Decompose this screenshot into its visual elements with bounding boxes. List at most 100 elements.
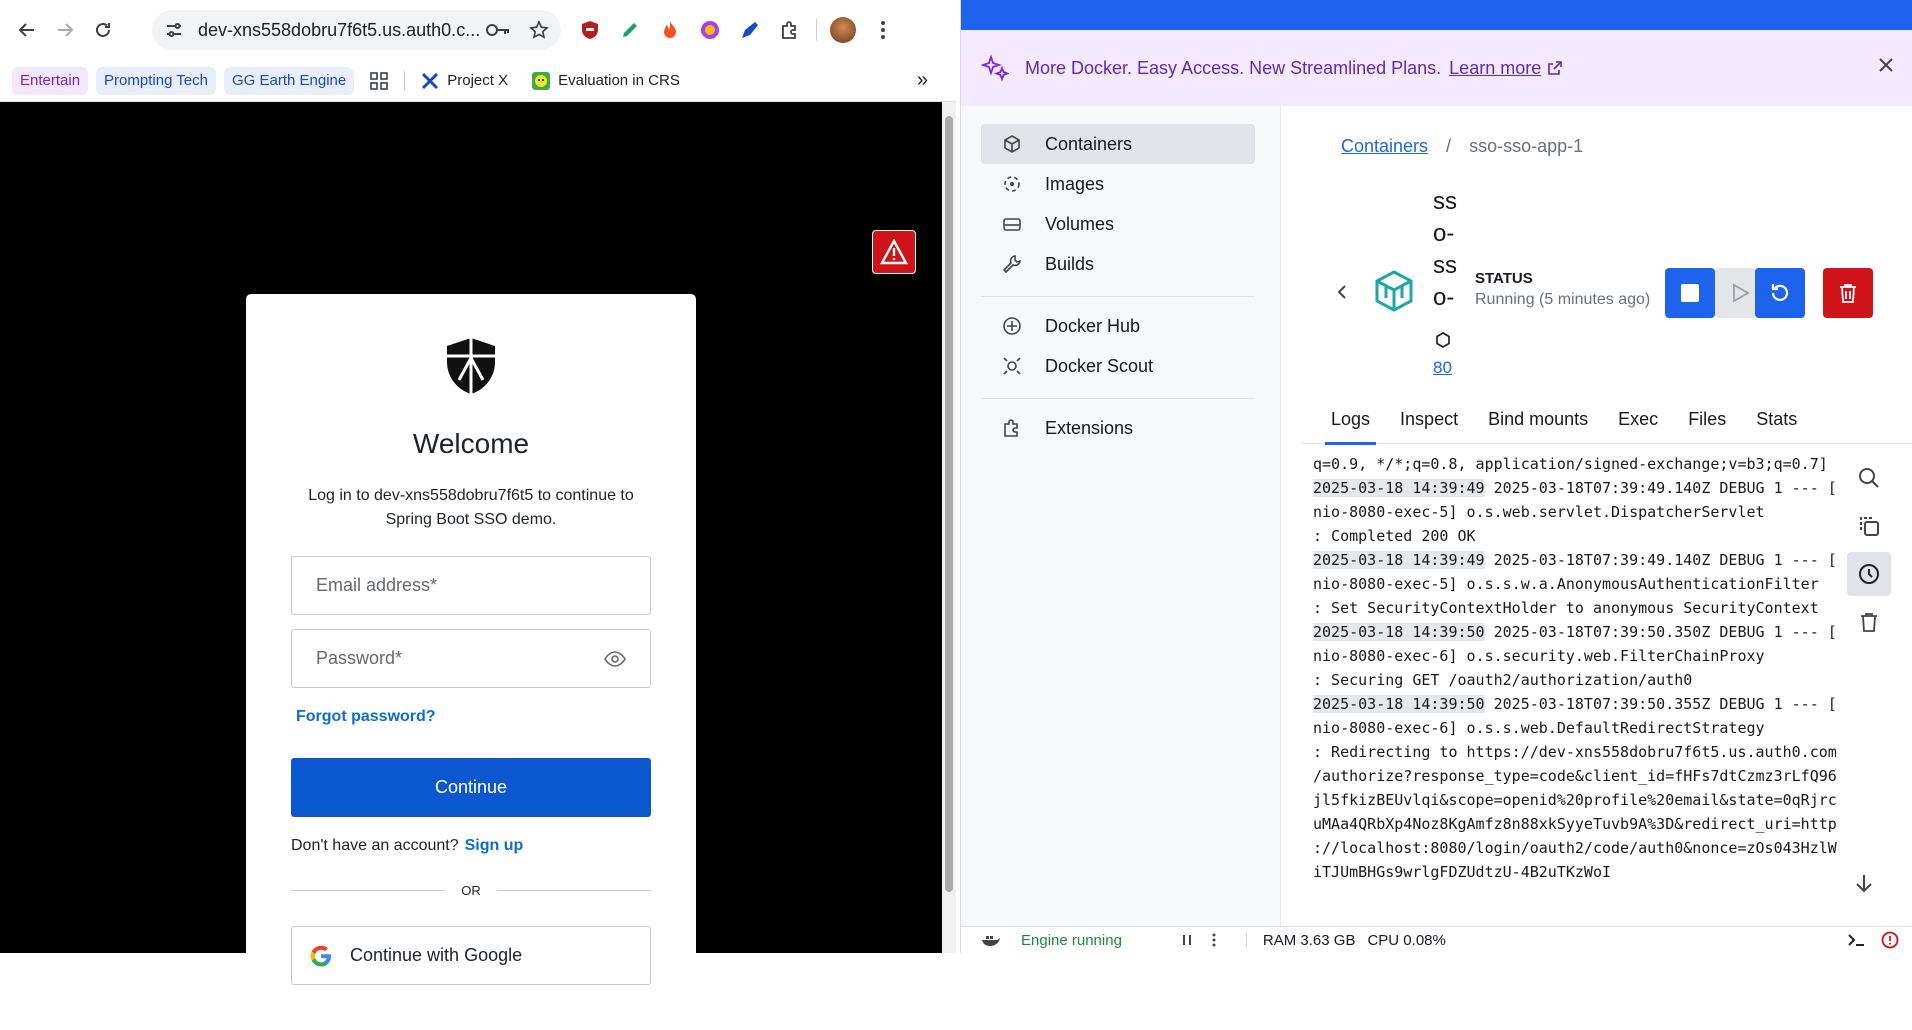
site-settings-icon bbox=[167, 23, 181, 37]
forgot-password-link[interactable]: Forgot password? bbox=[296, 708, 436, 726]
learn-more-link[interactable]: Learn more bbox=[1449, 58, 1541, 79]
timestamps-toggle[interactable] bbox=[1847, 552, 1891, 596]
puzzle-icon bbox=[782, 21, 796, 39]
log-line: 2025-03-18 14:39:50 2025-03-18T07:39:50.… bbox=[1313, 620, 1843, 644]
extension-shield[interactable] bbox=[570, 10, 610, 50]
continue-button[interactable]: Continue bbox=[291, 758, 651, 817]
sidebar-item-label: Docker Hub bbox=[1045, 315, 1141, 336]
sidebar-item-docker-scout[interactable]: Docker Scout bbox=[981, 346, 1255, 386]
eye-icon[interactable] bbox=[604, 650, 626, 667]
extension-color[interactable] bbox=[690, 10, 730, 50]
back-button[interactable] bbox=[8, 11, 46, 49]
pause-icon[interactable] bbox=[1180, 933, 1194, 947]
bookmark-label: Evaluation in CRS bbox=[558, 72, 680, 89]
password-field[interactable]: Password* bbox=[291, 629, 651, 688]
more-bookmarks-button[interactable]: » bbox=[909, 67, 936, 95]
cube-icon bbox=[1004, 135, 1020, 153]
sidebar-item-images[interactable]: Images bbox=[981, 164, 1255, 204]
bookmark-entertain[interactable]: Entertain bbox=[12, 66, 89, 95]
alert-icon[interactable] bbox=[1881, 931, 1899, 949]
address-bar[interactable]: dev-xns558dobru7f6t5.us.auth0.c... bbox=[152, 10, 561, 50]
google-login-button[interactable]: Continue with Google bbox=[291, 926, 651, 985]
email-field[interactable]: Email address* bbox=[291, 556, 651, 615]
terminal-icon[interactable] bbox=[1847, 933, 1865, 947]
banner-text: More Docker. Easy Access. New Streamline… bbox=[1025, 57, 1442, 78]
log-text: 2025-03-18T07:39:49.140Z DEBUG 1 --- [ bbox=[1484, 551, 1837, 569]
log-text: /authorize?response_type=code&client_id=… bbox=[1313, 767, 1837, 785]
sidebar-item-volumes[interactable]: Volumes bbox=[981, 204, 1255, 244]
extension-highlighter[interactable] bbox=[610, 10, 650, 50]
engine-status: Engine running bbox=[1021, 931, 1122, 949]
pen-icon bbox=[742, 22, 758, 38]
sidebar-item-label: Images bbox=[1045, 173, 1105, 194]
tab-files[interactable]: Files bbox=[1688, 396, 1726, 444]
sidebar-item-extensions[interactable]: Extensions bbox=[981, 408, 1255, 448]
reload-icon bbox=[96, 22, 110, 37]
more-vert-icon[interactable] bbox=[1212, 933, 1216, 947]
scrollbar-thumb[interactable] bbox=[945, 116, 953, 892]
tab-bind-mounts[interactable]: Bind mounts bbox=[1488, 396, 1588, 444]
password-placeholder: Password* bbox=[316, 648, 403, 668]
warning-button[interactable] bbox=[872, 230, 916, 274]
arrow-down-icon[interactable] bbox=[1853, 872, 1875, 894]
extension-fire[interactable] bbox=[650, 10, 690, 50]
tab-stats[interactable]: Stats bbox=[1756, 396, 1797, 444]
hub-icon bbox=[1003, 317, 1021, 335]
bookmark-prompting-tech[interactable]: Prompting Tech bbox=[96, 66, 216, 95]
search-icon bbox=[1859, 468, 1879, 488]
bookmark-project-x[interactable]: Project X bbox=[413, 67, 516, 95]
clock-icon bbox=[1859, 564, 1879, 584]
delete-button[interactable] bbox=[1823, 268, 1873, 318]
log-line: q=0.9, */*;q=0.8, application/signed-exc… bbox=[1313, 452, 1843, 476]
extensions-menu[interactable] bbox=[770, 10, 810, 50]
page-scrollbar[interactable] bbox=[942, 102, 956, 953]
bookmark-evaluation-in-crs[interactable]: Evaluation in CRS bbox=[524, 67, 688, 95]
log-text: : Set SecurityContextHolder to anonymous… bbox=[1313, 599, 1819, 617]
apps-button[interactable] bbox=[362, 67, 396, 95]
password-key-icon bbox=[486, 24, 509, 36]
sidebar-item-containers[interactable]: Containers bbox=[981, 124, 1255, 164]
promo-banner: More Docker. Easy Access. New Streamline… bbox=[961, 30, 1912, 106]
auth0-shield-logo-icon bbox=[447, 338, 495, 394]
extensions-bar bbox=[570, 10, 903, 50]
clear-logs-button[interactable] bbox=[1847, 600, 1891, 644]
log-output[interactable]: q=0.9, */*;q=0.8, application/signed-exc… bbox=[1303, 452, 1843, 892]
arrow-right-icon bbox=[58, 23, 74, 37]
trash-icon bbox=[1861, 613, 1877, 632]
search-logs-button[interactable] bbox=[1847, 456, 1891, 500]
browser-menu-button[interactable] bbox=[863, 10, 903, 50]
breadcrumb-separator: / bbox=[1446, 136, 1452, 156]
log-line: : Set SecurityContextHolder to anonymous… bbox=[1313, 596, 1843, 620]
log-text: nio-8080-exec-5] o.s.web.servlet.Dispatc… bbox=[1313, 503, 1765, 521]
extension-pen[interactable] bbox=[730, 10, 770, 50]
log-timestamp: 2025-03-18 14:39:50 bbox=[1313, 695, 1485, 713]
sidebar-item-docker-hub[interactable]: Docker Hub bbox=[981, 306, 1255, 346]
port-link[interactable]: 80 bbox=[1433, 358, 1452, 378]
color-wheel-icon bbox=[701, 21, 719, 39]
cpu-usage: CPU 0.08% bbox=[1367, 931, 1446, 949]
chevron-left-icon[interactable] bbox=[1335, 284, 1349, 300]
sidebar-item-builds[interactable]: Builds bbox=[981, 244, 1255, 284]
bookmark-gg-earth-engine[interactable]: GG Earth Engine bbox=[224, 66, 355, 95]
log-line: jl5fkizBEUvlqi&scope=openid%20profile%20… bbox=[1313, 788, 1843, 812]
signup-link[interactable]: Sign up bbox=[465, 837, 524, 854]
close-icon[interactable] bbox=[1877, 56, 1895, 74]
arrow-left-icon bbox=[18, 23, 34, 37]
stop-button[interactable] bbox=[1665, 268, 1715, 318]
forward-button[interactable] bbox=[46, 11, 84, 49]
reload-button[interactable] bbox=[84, 11, 122, 49]
log-timestamp: 2025-03-18 14:39:49 bbox=[1313, 551, 1485, 569]
tab-inspect[interactable]: Inspect bbox=[1400, 396, 1458, 444]
breadcrumb-containers-link[interactable]: Containers bbox=[1341, 136, 1428, 156]
profile-avatar[interactable] bbox=[823, 10, 863, 50]
copy-logs-button[interactable] bbox=[1847, 504, 1891, 548]
fire-icon bbox=[664, 21, 676, 38]
restart-button[interactable] bbox=[1755, 268, 1805, 318]
more-vert-icon bbox=[881, 21, 885, 39]
container-name: sso-sso-app-1 bbox=[1433, 188, 1460, 324]
ram-usage: RAM 3.63 GB bbox=[1262, 931, 1356, 949]
email-placeholder: Email address* bbox=[316, 575, 438, 595]
tab-exec[interactable]: Exec bbox=[1618, 396, 1658, 444]
log-timestamp: 2025-03-18 14:39:49 bbox=[1313, 479, 1485, 497]
tab-logs[interactable]: Logs bbox=[1324, 396, 1377, 445]
